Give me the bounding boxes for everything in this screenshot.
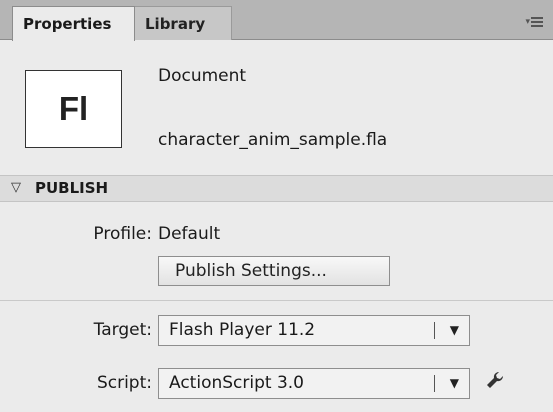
target-select-value: Flash Player 11.2: [169, 320, 316, 340]
tab-properties[interactable]: Properties: [12, 6, 135, 41]
target-select[interactable]: Flash Player 11.2 ▼: [158, 315, 470, 346]
tab-bar: Properties Library ▾: [0, 0, 553, 41]
target-label: Target:: [93, 320, 152, 340]
script-select[interactable]: ActionScript 3.0 ▼: [158, 368, 470, 399]
publish-section-title: PUBLISH: [35, 179, 109, 197]
profile-label: Profile:: [93, 224, 152, 244]
script-select-value: ActionScript 3.0: [169, 373, 304, 393]
wrench-icon[interactable]: [484, 369, 506, 391]
properties-panel: Properties Library ▾ Fl Document charact…: [0, 0, 553, 412]
publish-settings-button[interactable]: Publish Settings...: [158, 256, 390, 286]
document-filename: character_anim_sample.fla: [158, 130, 388, 150]
script-label: Script:: [96, 373, 152, 393]
document-logo-text: Fl: [58, 90, 89, 127]
dropdown-arrow-icon: ▼: [449, 323, 459, 337]
section-divider: [0, 300, 553, 301]
dropdown-arrow-icon: ▼: [449, 376, 459, 390]
tab-library[interactable]: Library: [135, 6, 232, 40]
tab-properties-label: Properties: [23, 15, 112, 33]
document-type-label: Document: [158, 66, 247, 86]
panel-menu-icon[interactable]: ▾: [525, 14, 543, 28]
collapse-triangle-icon[interactable]: ▽: [11, 180, 21, 195]
document-logo-icon: Fl: [25, 70, 122, 148]
tab-library-label: Library: [145, 15, 206, 33]
publish-section-header[interactable]: ▽ PUBLISH: [0, 175, 553, 202]
profile-value: Default: [158, 224, 221, 244]
